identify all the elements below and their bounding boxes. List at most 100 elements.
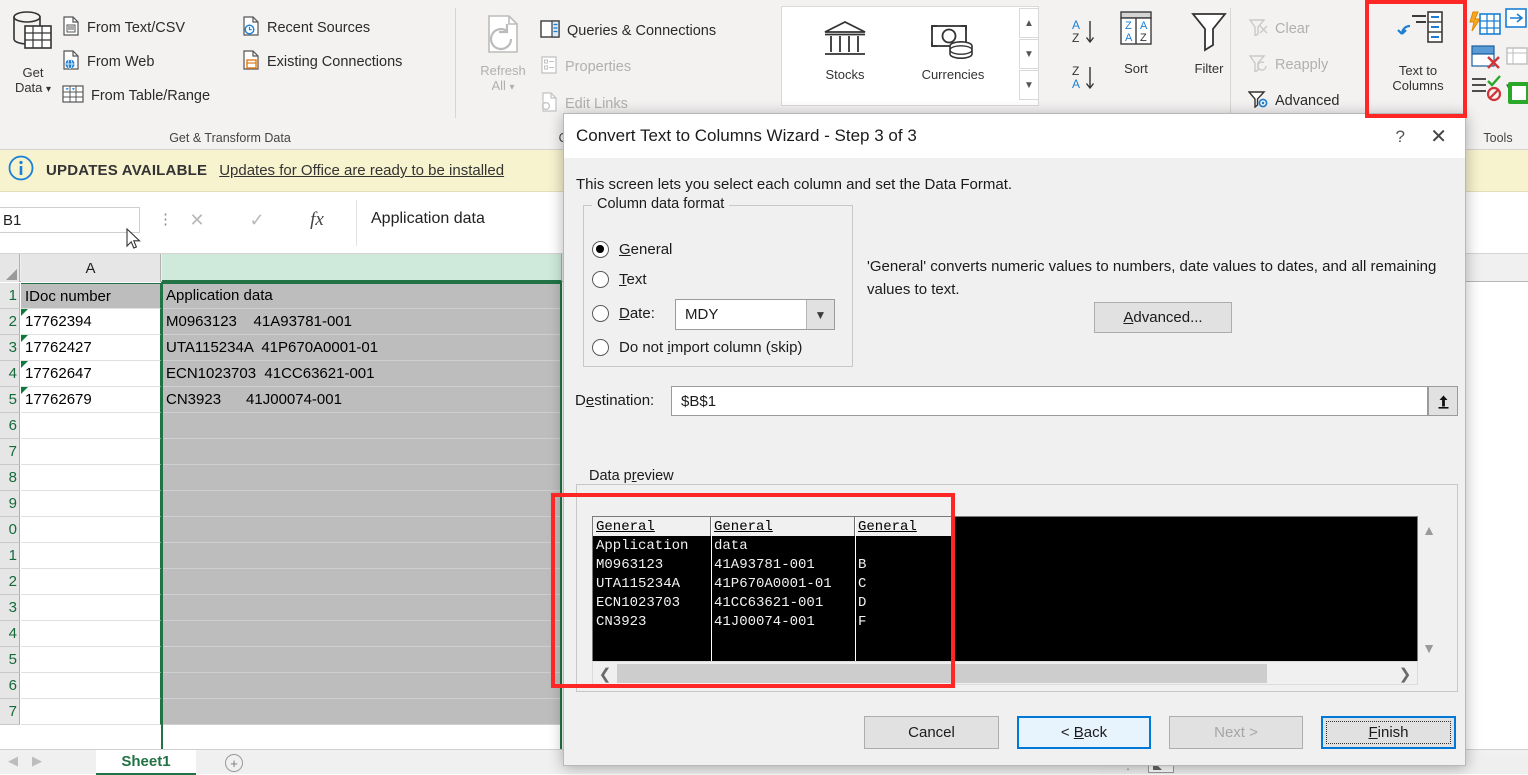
cell-b[interactable]	[162, 413, 562, 439]
cell-b[interactable]	[162, 569, 562, 595]
cancel-button[interactable]: Cancel	[864, 716, 999, 749]
cell-a[interactable]	[21, 413, 161, 439]
refresh-all-button[interactable]: Refresh All ▾	[472, 12, 534, 95]
cell-b[interactable]: ECN1023703 41CC63621-001	[162, 361, 562, 387]
gallery-scroll-up[interactable]: ▲	[1019, 8, 1039, 38]
queries-connections-button[interactable]: Queries & Connections	[540, 20, 716, 42]
formula-bar-dropdown[interactable]: ⋮	[158, 210, 174, 228]
preview-column-header[interactable]: General	[855, 517, 953, 536]
chevron-down-icon[interactable]: ▾	[510, 82, 515, 93]
cell-b[interactable]	[162, 699, 562, 725]
row-header[interactable]: 1	[0, 543, 20, 569]
radio-date[interactable]: Date:	[592, 305, 655, 322]
from-table-range-button[interactable]: From Table/Range	[62, 84, 210, 108]
row-header[interactable]: 1	[0, 283, 20, 309]
back-button[interactable]: < Back	[1017, 716, 1151, 749]
cell-a[interactable]	[21, 699, 161, 725]
advanced-button[interactable]: Advanced...	[1094, 302, 1232, 333]
row-header[interactable]: 7	[0, 439, 20, 465]
radio-text[interactable]: Text	[592, 271, 647, 288]
row-header[interactable]: 5	[0, 387, 20, 413]
cell-a[interactable]: IDoc number	[21, 283, 161, 309]
cancel-icon[interactable]: ✕	[180, 206, 214, 234]
row-header[interactable]: 3	[0, 595, 20, 621]
cell-a[interactable]	[21, 621, 161, 647]
cell-a[interactable]	[21, 491, 161, 517]
cell-a[interactable]	[21, 439, 161, 465]
fx-icon[interactable]: fx	[300, 206, 334, 234]
radio-skip[interactable]: Do not import column (skip)	[592, 339, 802, 356]
cell-a[interactable]	[21, 673, 161, 699]
cell-a[interactable]	[21, 465, 161, 491]
select-all-corner[interactable]	[0, 254, 20, 282]
from-web-button[interactable]: From Web	[62, 50, 154, 74]
gallery-scroll[interactable]: ▲ ▼ ▼	[1019, 8, 1039, 104]
name-box[interactable]: B1	[0, 207, 140, 233]
scroll-down-icon[interactable]: ▼	[1422, 640, 1436, 656]
preview-column-header[interactable]: General	[711, 517, 855, 536]
row-header[interactable]: 8	[0, 465, 20, 491]
cell-a[interactable]	[21, 595, 161, 621]
cell-a[interactable]: 17762394	[21, 309, 161, 335]
hscroll-thumb[interactable]	[617, 664, 1267, 683]
manage-data-model-icon[interactable]	[1506, 80, 1528, 106]
row-header[interactable]: 6	[0, 413, 20, 439]
scroll-up-icon[interactable]: ▲	[1422, 522, 1436, 538]
cell-a[interactable]	[21, 543, 161, 569]
consolidate-icon[interactable]	[1504, 6, 1528, 30]
gallery-more[interactable]: ▼	[1019, 70, 1039, 100]
filter-button[interactable]: Filter	[1178, 8, 1240, 76]
destination-input[interactable]: $B$1	[671, 386, 1428, 416]
row-header[interactable]: 2	[0, 309, 20, 335]
chevron-down-icon[interactable]: ▼	[806, 300, 834, 329]
help-icon[interactable]: ?	[1396, 127, 1405, 147]
existing-connections-button[interactable]: Existing Connections	[242, 50, 402, 74]
get-data-button[interactable]: Get Data ▾	[4, 8, 62, 97]
row-header[interactable]: 4	[0, 361, 20, 387]
cell-b[interactable]	[162, 647, 562, 673]
accept-icon[interactable]: ✓	[240, 206, 274, 234]
advanced-filter-button[interactable]: Advanced	[1247, 90, 1340, 112]
cell-b[interactable]: Application data	[162, 283, 562, 309]
range-picker-icon[interactable]	[1428, 386, 1458, 416]
cell-b[interactable]	[162, 621, 562, 647]
preview-vertical-scrollbar[interactable]: ▲ ▼	[1418, 516, 1440, 662]
row-header[interactable]: 2	[0, 569, 20, 595]
date-format-combobox[interactable]: MDY ▼	[675, 299, 835, 330]
sheet-tab-sheet1[interactable]: Sheet1	[96, 750, 196, 775]
relationships-icon[interactable]	[1506, 46, 1528, 68]
cell-b[interactable]	[162, 673, 562, 699]
cell-b[interactable]	[162, 465, 562, 491]
sheet-nav-arrows[interactable]: ◀▶	[8, 753, 56, 769]
cell-a[interactable]	[21, 569, 161, 595]
cell-a[interactable]: 17762427	[21, 335, 161, 361]
row-header[interactable]: 4	[0, 621, 20, 647]
cell-a[interactable]	[21, 647, 161, 673]
column-header-b[interactable]	[162, 254, 562, 282]
data-preview-panel[interactable]: General General General Application data M09…	[592, 516, 1418, 663]
flash-fill-button[interactable]	[1468, 10, 1504, 42]
sort-button[interactable]: Z A A Z Sort	[1106, 8, 1166, 76]
cell-a[interactable]: 17762647	[21, 361, 161, 387]
currencies-button[interactable]: Currencies	[898, 18, 1008, 82]
finish-button[interactable]: Finish	[1321, 716, 1456, 749]
preview-horizontal-scrollbar[interactable]: ❮ ❯	[592, 661, 1418, 685]
sort-ascending-button[interactable]: A Z	[1068, 16, 1102, 50]
row-header[interactable]: 0	[0, 517, 20, 543]
row-header[interactable]: 7	[0, 699, 20, 725]
preview-column-header[interactable]: General	[593, 517, 711, 536]
close-icon[interactable]: ✕	[1430, 124, 1447, 149]
cell-b[interactable]	[162, 439, 562, 465]
updates-banner-link[interactable]: Updates for Office are ready to be insta…	[219, 162, 504, 179]
row-header[interactable]: 5	[0, 647, 20, 673]
data-validation-button[interactable]	[1468, 74, 1504, 104]
from-text-csv-button[interactable]: From Text/CSV	[62, 16, 185, 40]
row-header[interactable]: 6	[0, 673, 20, 699]
text-to-columns-button[interactable]: Text to Columns	[1370, 10, 1466, 93]
cell-b[interactable]: CN3923 41J00074-001	[162, 387, 562, 413]
scroll-right-icon[interactable]: ❯	[1396, 665, 1414, 683]
add-sheet-button[interactable]: +	[225, 754, 243, 772]
cell-a[interactable]	[21, 517, 161, 543]
row-header[interactable]: 3	[0, 335, 20, 361]
scroll-left-icon[interactable]: ❮	[596, 665, 614, 683]
